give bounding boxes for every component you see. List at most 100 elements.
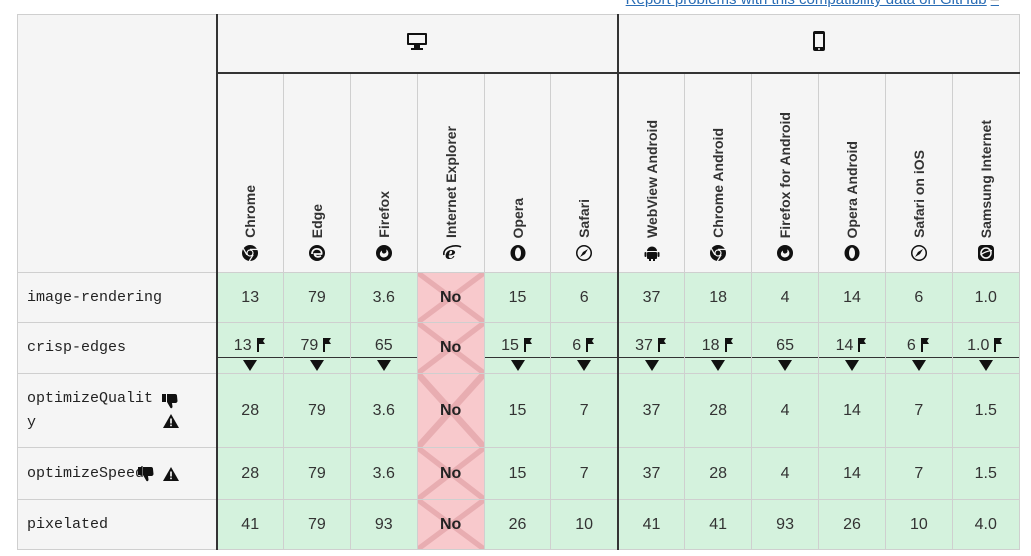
support-value: 1.5	[974, 464, 997, 482]
support-cell: No	[416, 447, 485, 500]
browser-header-safari: Safari	[550, 72, 619, 273]
expand-toggle-icon[interactable]	[350, 357, 417, 373]
support-cell[interactable]: 14	[818, 322, 886, 374]
browser-label: Chrome Android	[710, 128, 727, 238]
support-value: 28	[241, 401, 260, 419]
support-cell[interactable]: 65	[751, 322, 820, 374]
browser-label: Internet Explorer	[442, 125, 459, 238]
feature-name: crisp-edges	[17, 322, 218, 374]
flag-icon	[584, 337, 596, 358]
browser-label: Edge	[308, 203, 325, 238]
support-cell[interactable]: 18	[684, 322, 753, 374]
expand-toggle-icon[interactable]	[551, 357, 617, 373]
support-value: 7	[579, 464, 589, 482]
support-value: No	[439, 401, 462, 419]
support-value: 1.5	[974, 401, 997, 419]
flag-icon	[992, 337, 1004, 358]
support-value: 10	[575, 515, 594, 533]
firefox-icon	[375, 244, 393, 262]
feature-name: image-rendering	[17, 272, 218, 323]
expand-toggle-icon[interactable]	[283, 357, 350, 373]
support-cell: 3.6	[349, 447, 418, 500]
support-value: No	[439, 515, 462, 533]
expand-toggle-icon[interactable]	[217, 357, 283, 373]
support-value: 13	[241, 288, 260, 306]
support-cell[interactable]: 65	[349, 322, 418, 374]
expand-toggle-icon[interactable]	[484, 357, 551, 373]
samsung-icon	[977, 244, 995, 262]
support-cell: No	[416, 272, 485, 323]
support-cell[interactable]: 6	[550, 322, 619, 374]
support-cell: No	[416, 373, 485, 448]
support-cell: 14	[818, 447, 886, 500]
feature-name: pixelated	[17, 499, 218, 550]
browser-label: Safari on iOS	[910, 150, 927, 238]
support-cell[interactable]: 79	[282, 322, 351, 374]
support-cell: No	[416, 499, 485, 550]
warning-icon	[162, 466, 180, 482]
support-cell: 7	[550, 447, 619, 500]
browser-label: Firefox for Android	[777, 111, 794, 238]
opera-icon	[843, 244, 861, 262]
support-cell: 79	[282, 272, 351, 323]
support-cell: 18	[684, 272, 753, 323]
support-value: 4	[780, 288, 790, 306]
support-cell: 37	[617, 447, 686, 500]
support-cell: 7	[884, 447, 953, 500]
flag-icon	[522, 337, 534, 358]
support-cell: 15	[483, 447, 552, 500]
support-value: 37	[642, 401, 661, 419]
support-cell: 10	[550, 499, 619, 550]
support-cell: 7	[550, 373, 619, 448]
chrome-icon	[709, 244, 727, 262]
support-cell[interactable]: 13	[216, 322, 284, 374]
thumbs-down-icon	[137, 466, 156, 482]
expand-toggle-icon[interactable]	[618, 357, 685, 373]
support-cell[interactable]: 15	[483, 322, 552, 374]
browser-label: Firefox	[375, 191, 392, 238]
report-problems-link[interactable]: Report problems with this compatibility …	[626, 0, 999, 8]
support-cell: 79	[282, 447, 351, 500]
support-cell: 93	[751, 499, 820, 550]
support-cell: 1.5	[951, 447, 1020, 500]
support-value: 6	[579, 288, 589, 306]
support-cell: 6	[550, 272, 619, 323]
expand-toggle-icon[interactable]	[819, 357, 885, 373]
support-cell: 10	[884, 499, 953, 550]
support-value: 14	[843, 401, 861, 419]
table-row: crisp-edges 13 79 65 No 15 6 37 18 65 14 6 1.0	[17, 322, 1020, 374]
support-value: 37	[642, 464, 661, 482]
platform-desktop	[215, 14, 619, 74]
support-cell: 15	[483, 373, 552, 448]
support-cell: 26	[483, 499, 552, 550]
support-cell: 79	[282, 499, 351, 550]
thumbs-down-icon	[161, 393, 180, 409]
browser-label: Opera	[509, 197, 526, 238]
support-cell: 93	[349, 499, 418, 550]
ie-icon: e	[442, 244, 462, 264]
android-icon	[643, 244, 661, 262]
support-cell: 14	[818, 373, 886, 448]
expand-toggle-icon[interactable]	[685, 357, 752, 373]
expand-toggle-icon[interactable]	[752, 357, 819, 373]
support-value: 79	[307, 401, 326, 419]
support-cell: 79	[282, 373, 351, 448]
browser-header-safari-on-ios: Safari on iOS	[884, 72, 953, 273]
support-value: 15	[508, 401, 527, 419]
support-cell: 37	[617, 373, 686, 448]
support-cell: 7	[884, 373, 953, 448]
support-cell[interactable]: 6	[884, 322, 953, 374]
support-value: 93	[776, 515, 794, 533]
expand-toggle-icon[interactable]	[952, 357, 1019, 373]
flag-icon	[656, 337, 668, 358]
expand-toggle-icon[interactable]	[885, 357, 952, 373]
support-value: 1.0	[974, 288, 997, 306]
flag-icon	[856, 337, 868, 358]
platform-mobile	[617, 14, 1020, 74]
support-value: 41	[642, 515, 661, 533]
support-cell[interactable]: 37	[617, 322, 686, 374]
support-cell: 41	[216, 499, 284, 550]
support-cell: 28	[684, 373, 753, 448]
browser-header-samsung-internet: Samsung Internet	[951, 72, 1020, 273]
support-cell[interactable]: 1.0	[951, 322, 1020, 374]
